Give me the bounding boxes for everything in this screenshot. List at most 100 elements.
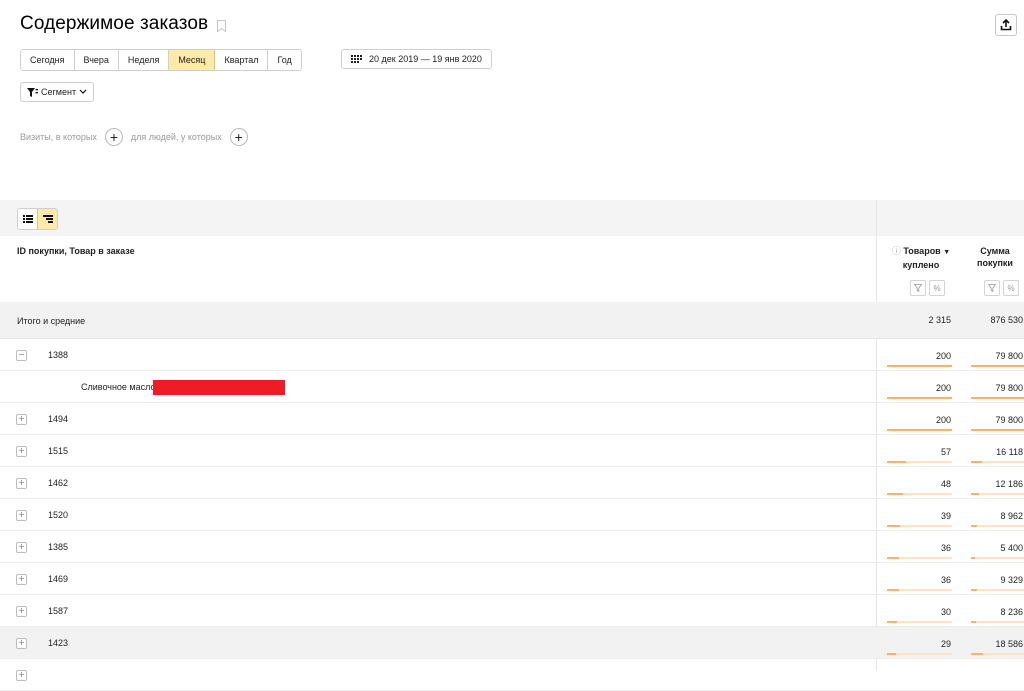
expand-icon[interactable]: +	[16, 670, 27, 681]
expand-icon[interactable]: +	[16, 510, 27, 521]
items-purchased-header[interactable]: ⓘ Товаров ▼ куплено	[884, 245, 958, 271]
sort-desc-icon: ▼	[943, 249, 951, 256]
bookmark-icon[interactable]	[216, 19, 227, 33]
filter-icon	[988, 284, 996, 292]
expand-icon[interactable]: +	[16, 478, 27, 489]
amount-header-line2: покупки	[977, 258, 1013, 268]
items-bar	[887, 429, 952, 431]
period-button[interactable]: Год	[268, 50, 301, 70]
table-row[interactable]: +1587 30 8 236	[0, 595, 1024, 627]
amount-value: 79 800	[995, 415, 1023, 425]
items-bar	[887, 653, 952, 655]
period-selector: Сегодня Вчера Неделя Месяц Квартал Год	[20, 49, 302, 71]
table-row[interactable]: − 1388 200 79 800	[0, 339, 1024, 371]
info-icon: ⓘ	[891, 246, 901, 256]
totals-label: Итого и средние	[17, 316, 86, 326]
table-row[interactable]: +1494 200 79 800	[0, 403, 1024, 435]
amount-bar	[971, 429, 1024, 431]
amount-value: 16 118	[996, 447, 1023, 457]
expand-icon[interactable]: +	[16, 446, 27, 457]
items-bar	[887, 589, 952, 591]
table-row[interactable]: +1515 57 16 118	[0, 435, 1024, 467]
segment-button[interactable]: Сегмент	[20, 82, 95, 102]
amount-value: 79 800	[995, 351, 1023, 361]
items-value: 200	[935, 351, 951, 361]
amount-value: 8 236	[1000, 607, 1023, 617]
row-label: 1469	[48, 574, 69, 584]
amount-bar	[971, 493, 1024, 495]
people-condition-label: для людей, у которых	[130, 132, 222, 142]
date-range-picker[interactable]: 20 дек 2019 — 19 янв 2020	[341, 49, 492, 69]
tree-view-icon	[42, 215, 53, 223]
amount-header-line1: Сумма	[980, 246, 1010, 256]
amount-bar	[971, 557, 1024, 559]
row-label: 1462	[48, 478, 69, 488]
amount-bar-fill	[971, 365, 1024, 367]
table-row[interactable]: +1385 36 5 400	[0, 531, 1024, 563]
expand-icon[interactable]: +	[16, 606, 27, 617]
chevron-down-icon	[79, 89, 87, 94]
segment-conditions: Визиты, в которых + для людей, у которых…	[20, 126, 256, 148]
amount-bar-fill	[971, 621, 976, 623]
collapse-icon[interactable]: −	[16, 350, 27, 361]
amount-value: 9 329	[1000, 575, 1023, 585]
column-filter-button[interactable]	[910, 280, 926, 296]
items-bar-fill	[887, 397, 952, 399]
add-visit-condition-button[interactable]: +	[104, 128, 123, 146]
amount-bar	[971, 589, 1024, 591]
row-label: 1587	[48, 606, 69, 616]
expand-icon[interactable]: +	[16, 638, 27, 649]
expand-icon[interactable]: +	[16, 574, 27, 585]
percent-icon: %	[1007, 283, 1015, 293]
amount-value: 12 186	[995, 479, 1023, 489]
column-percent-button[interactable]: %	[1003, 280, 1019, 296]
totals-amount: 876 530	[990, 315, 1023, 325]
column-percent-button[interactable]: %	[929, 280, 945, 296]
plus-icon: +	[234, 129, 243, 145]
row-label: 1423	[48, 638, 69, 648]
items-value: 200	[935, 383, 951, 393]
amount-bar-fill	[971, 397, 1024, 399]
items-header-line1: Товаров	[903, 246, 941, 256]
tree-view-button[interactable]	[37, 209, 57, 229]
items-value: 39	[940, 511, 951, 521]
expand-icon[interactable]: +	[16, 542, 27, 553]
table-row[interactable]: +1462 48 12 186	[0, 467, 1024, 499]
items-bar	[887, 525, 952, 527]
table-toolbar	[0, 200, 1024, 236]
table-row[interactable]: +1469 36 9 329	[0, 563, 1024, 595]
flat-view-button[interactable]	[18, 209, 37, 229]
add-people-condition-button[interactable]: +	[229, 128, 248, 146]
items-header-line2: куплено	[902, 260, 940, 270]
items-value: 36	[940, 543, 951, 553]
table-row[interactable]: +1520 39 8 962	[0, 499, 1024, 531]
amount-value: 8 962	[1000, 511, 1023, 521]
segment-filter-icon	[27, 87, 38, 97]
items-bar-fill	[887, 493, 903, 495]
percent-icon: %	[933, 283, 941, 293]
period-button[interactable]: Месяц	[169, 50, 216, 70]
items-bar	[887, 365, 952, 367]
period-button[interactable]: Квартал	[215, 50, 269, 70]
amount-bar-fill	[971, 653, 983, 655]
period-button[interactable]: Неделя	[118, 50, 170, 70]
amount-bar-fill	[971, 525, 977, 527]
amount-bar-fill	[971, 493, 979, 495]
row-label: 1385	[48, 542, 69, 552]
expand-icon[interactable]: +	[16, 414, 27, 425]
row-label: 1520	[48, 510, 69, 520]
table-row[interactable]: +1423 29 18 586	[0, 627, 1024, 659]
column-filter-button[interactable]	[984, 280, 1000, 296]
calendar-icon	[351, 54, 362, 63]
period-button[interactable]: Вчера	[74, 50, 119, 70]
plus-icon: +	[109, 129, 118, 145]
items-bar	[887, 493, 952, 495]
totals-items: 2 315	[928, 315, 951, 325]
dimension-column-header[interactable]: ID покупки, Товар в заказе	[17, 246, 135, 256]
period-button[interactable]: Сегодня	[21, 50, 75, 70]
table-row[interactable]: +	[0, 659, 1024, 691]
amount-bar	[971, 365, 1024, 367]
export-button[interactable]	[995, 14, 1017, 36]
purchase-amount-header[interactable]: Сумма покупки	[966, 245, 1024, 269]
list-view-icon	[22, 215, 33, 223]
